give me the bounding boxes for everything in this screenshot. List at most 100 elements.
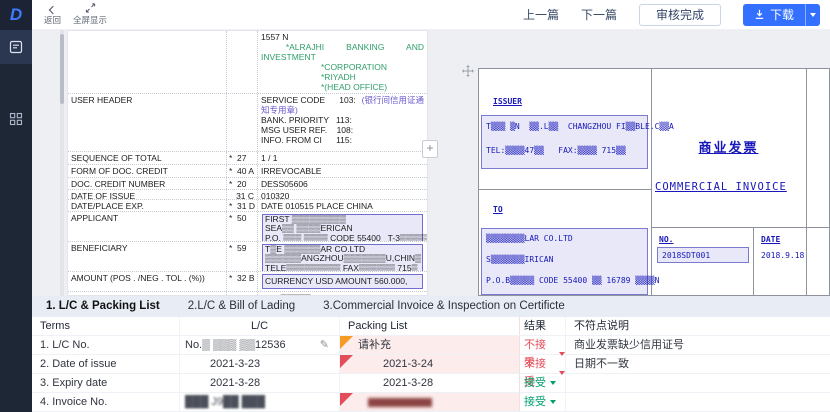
bank-name-line: INVESTMENT (261, 52, 424, 62)
field-label: USER HEADER (68, 94, 227, 151)
field-tag: * 32 B (227, 272, 258, 291)
field-value: 1 / 1 (258, 152, 427, 164)
header-terms: Terms (32, 317, 180, 335)
tab-lc-packing-list[interactable]: 1. L/C & Packing List (32, 296, 174, 317)
result-select[interactable]: 接受 (524, 374, 556, 392)
fullscreen-label: 全屏显示 (73, 14, 107, 26)
bank-name-line: *(HEAD OFFICE) (261, 82, 424, 92)
field-tag: * 59 (227, 242, 258, 271)
tab-lc-bill-of-lading[interactable]: 2.L/C & Bill of Lading (174, 296, 309, 317)
topbar: D 返回 全屏显示 上一篇 下一篇 审核完成 下载 (0, 0, 830, 30)
table-row: 3. Expiry date 2021-3-28 2021-3-28 接受 (32, 374, 830, 393)
download-menu-button[interactable] (805, 4, 820, 26)
comparison-table: Terms L/C Packing List 结果 不符点说明 1. L/C N… (32, 317, 830, 412)
tab-invoice-inspection[interactable]: 3.Commercial Invoice & Inspection on Cer… (309, 296, 579, 317)
discrepancy-note: 日期不一致 (566, 355, 830, 373)
review-done-button[interactable]: 审核完成 (639, 4, 721, 26)
field-tag: 31 C (227, 190, 258, 199)
edit-icon[interactable]: ✎ (320, 336, 329, 354)
discrepancy-note (566, 393, 830, 411)
packing-value: 2021-3-28 (358, 374, 433, 392)
download-button[interactable]: 下载 (743, 4, 805, 26)
sidebar (0, 30, 32, 412)
table-row: 2. Date of issue 2021-3-23 2021-3-24 不接受… (32, 355, 830, 374)
packing-value-redacted (368, 398, 432, 407)
highlighted-field: FIRST ▒▒▒▒▒▒▒▒▒ SEA▒▒ ▒▒▒▒ERICAN P.O. ▒▒… (262, 214, 423, 241)
issuer-highlight-box: T▒▒▒ ▒N ▒▒.L▒▒ CHANGZHOU FI▒▒BLE.C▒▒A TE… (481, 115, 648, 169)
zoom-in-button[interactable]: + (422, 140, 438, 158)
corner-badge-red (340, 355, 353, 368)
fullscreen-button[interactable]: 全屏显示 (73, 0, 107, 30)
invoice-date-value: 2018.9.18 (761, 251, 804, 260)
back-label: 返回 (44, 14, 61, 26)
to-label: TO (493, 205, 503, 214)
table-row: 1. L/C No. No.▒ ▒▒▒ ▒▒12536✎ 请补充 不接受 商业发… (32, 336, 830, 355)
fullscreen-icon (85, 3, 96, 13)
lc-value: 2021-3-23 (185, 355, 260, 373)
prev-doc-link[interactable]: 上一篇 (523, 6, 559, 23)
lc-value-redacted: ███ J9██ ███ (185, 396, 265, 408)
issuer-label: ISSUER (493, 97, 522, 106)
document-icon (9, 40, 23, 54)
table-row: 4. Invoice No. ███ J9██ ███ 接受 (32, 393, 830, 412)
document-workspace: 1557 N *ALRAJHI BANKING AND INVESTMENT *… (32, 30, 830, 296)
field-label: BENEFICIARY (68, 242, 227, 271)
lc-value: No.▒ ▒▒▒ ▒▒12536 (185, 339, 286, 351)
bank-stamp-note: 知专用章) (261, 105, 424, 115)
logo-letter: D (10, 5, 22, 25)
move-handle-icon[interactable] (462, 64, 474, 82)
field-tag: * 31 D (227, 200, 258, 211)
highlighted-field: CURRENCY USD AMOUNT 560.000, (262, 274, 423, 289)
highlighted-field: T▒E ▒▒▒▒▒▒AR CO.LTD ▒▒▒▒▒▒ANGZHOU▒▒▒▒▒▒▒… (262, 244, 423, 271)
chevron-down-icon (550, 400, 556, 404)
sidebar-item-documents[interactable] (0, 30, 32, 64)
lc-doc-scrollbar[interactable] (60, 30, 64, 296)
invoice-title-en: COMMERCIAL INVOICE (655, 181, 787, 193)
field-tag: * 20 (227, 178, 258, 189)
message-type: 1557 N (261, 32, 424, 42)
chevron-down-icon (810, 13, 816, 17)
next-doc-link[interactable]: 下一篇 (581, 6, 617, 23)
term-cell: 3. Expiry date (32, 374, 180, 392)
field-value: DESS05606 (258, 178, 427, 189)
sidebar-item-apps[interactable] (0, 102, 32, 136)
swift-field-row: DATE/PLACE EXP. * 31 D DATE 010515 PLACE… (68, 199, 427, 211)
field-label: DATE OF ISSUE (68, 190, 227, 199)
field-label: FORM OF DOC. CREDIT (68, 165, 227, 177)
field-label: AMOUNT (POS . /NEG . TOL . (%)) (68, 272, 227, 291)
chevron-down-icon (550, 381, 556, 385)
invoice-document-viewer[interactable]: ISSUER T▒▒▒ ▒N ▒▒.L▒▒ CHANGZHOU FI▒▒BLE.… (478, 68, 830, 296)
field-label: DATE/PLACE EXP. (68, 200, 227, 211)
amount-row: AMOUNT (POS . /NEG . TOL . (%)) * 32 B C… (68, 271, 427, 291)
chevron-left-icon (48, 5, 56, 13)
invoice-date-label: DATE (761, 235, 780, 244)
invoice-no-value: 2018SDT001 (662, 251, 710, 260)
download-label: 下载 (770, 6, 794, 23)
packing-value: 2021-3-24 (358, 355, 433, 373)
applicant-row: APPLICANT * 50 FIRST ▒▒▒▒▒▒▒▒▒ SEA▒▒ ▒▒▒… (68, 211, 427, 241)
corner-badge-red (340, 393, 353, 406)
header-packing-list: Packing List (340, 317, 520, 335)
lc-document-viewer[interactable]: 1557 N *ALRAJHI BANKING AND INVESTMENT *… (67, 30, 428, 296)
swift-field-row: DATE OF ISSUE 31 C 010320 (68, 189, 427, 199)
table-header-row: Terms L/C Packing List 结果 不符点说明 (32, 317, 830, 336)
download-split-button: 下载 (743, 4, 820, 26)
lc-value: 2021-3-28 (185, 374, 260, 392)
field-value: 010320 (258, 190, 427, 199)
discrepancy-note (566, 374, 830, 392)
field-label: SEQUENCE OF TOTAL (68, 152, 227, 164)
bank-name-line: *RIYADH (261, 72, 424, 82)
back-button[interactable]: 返回 (44, 0, 61, 30)
topbar-actions: 上一篇 下一篇 审核完成 下载 (523, 4, 830, 26)
to-highlight-box: ▒▒▒▒▒▒▒▒LAR CO.LTD S▒▒▒▒▒▒▒IRICAN P.O.B▒… (481, 228, 648, 295)
discrepancy-note: 商业发票缺少信用证号 (566, 336, 830, 354)
result-select[interactable]: 接受 (524, 393, 556, 411)
field-tag: * 40 A (227, 165, 258, 177)
swift-field-row: DOC. CREDIT NUMBER * 20 DESS05606 (68, 177, 427, 189)
comparison-panel: 1. L/C & Packing List 2.L/C & Bill of La… (32, 296, 830, 412)
comparison-tabbar: 1. L/C & Packing List 2.L/C & Bill of La… (32, 296, 830, 317)
beneficiary-row: BENEFICIARY * 59 T▒E ▒▒▒▒▒▒AR CO.LTD ▒▒▒… (68, 241, 427, 271)
header-lc: L/C (180, 317, 340, 335)
invoice-no-label: NO. (659, 235, 673, 244)
lc-doc-header-row: 1557 N *ALRAJHI BANKING AND INVESTMENT *… (68, 31, 427, 93)
